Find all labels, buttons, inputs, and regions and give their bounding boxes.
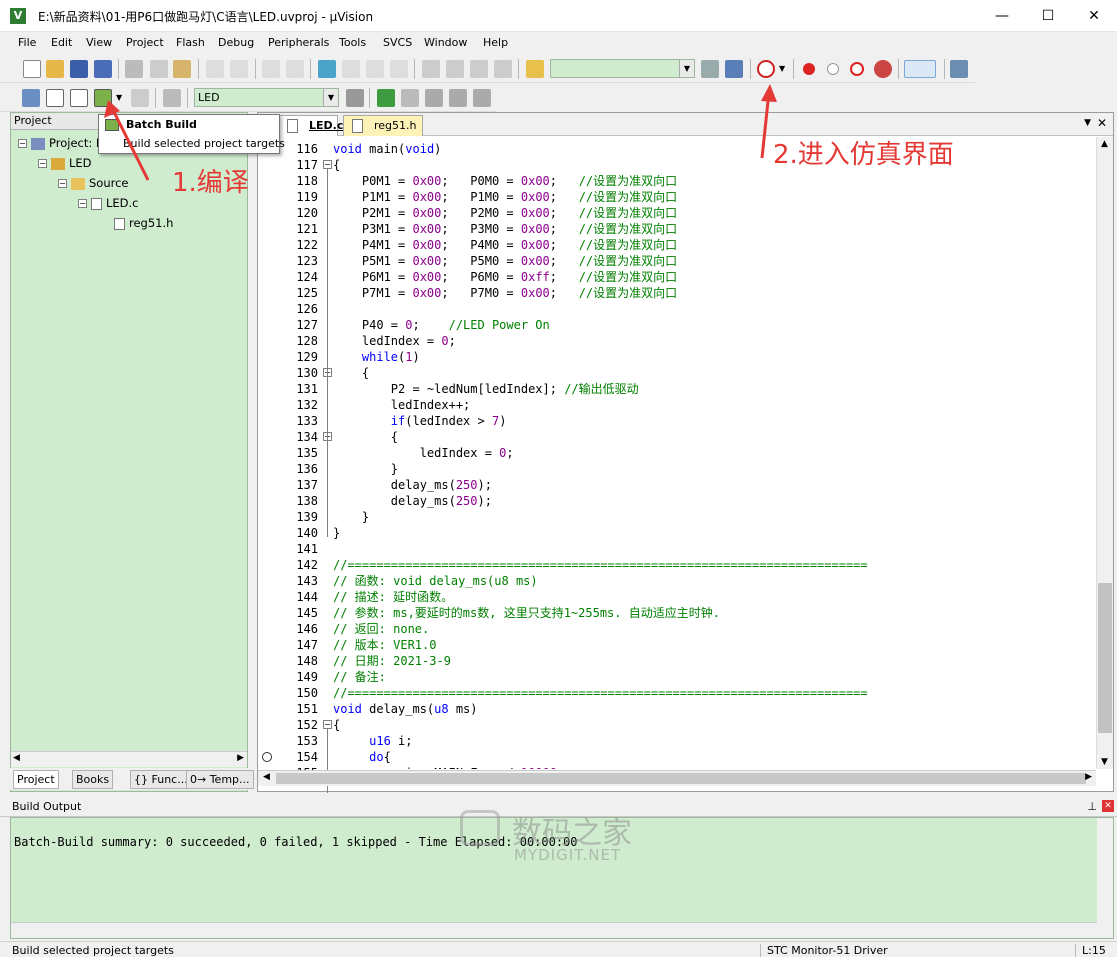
arrow-head-debug	[761, 84, 777, 102]
build-vertical-scrollbar[interactable]	[1097, 818, 1113, 938]
arrow-head-batch-build	[104, 100, 120, 118]
status-debug-driver: STC Monitor-51 Driver	[760, 944, 888, 957]
status-bar: Build selected project targets STC Monit…	[0, 941, 1117, 957]
arrow-to-debug	[760, 91, 771, 159]
build-horizontal-scrollbar[interactable]	[11, 922, 1097, 938]
status-message: Build selected project targets	[12, 944, 174, 957]
annotation-compile: 1.编译	[172, 168, 249, 198]
status-cursor-position: L:15	[1075, 944, 1106, 957]
pin-icon[interactable]: ⊥	[1087, 797, 1097, 816]
mydigit-watermark: 数码之家 MYDIGIT.NET	[460, 808, 660, 866]
arrow-to-batch-build	[110, 107, 150, 181]
watermark-en: MYDIGIT.NET	[514, 846, 622, 864]
close-panel-icon[interactable]: ✕	[1102, 800, 1114, 812]
build-output-title-text: Build Output	[12, 800, 82, 813]
house-logo-icon	[460, 810, 500, 846]
annotation-debug: 2.进入仿真界面	[773, 140, 954, 170]
